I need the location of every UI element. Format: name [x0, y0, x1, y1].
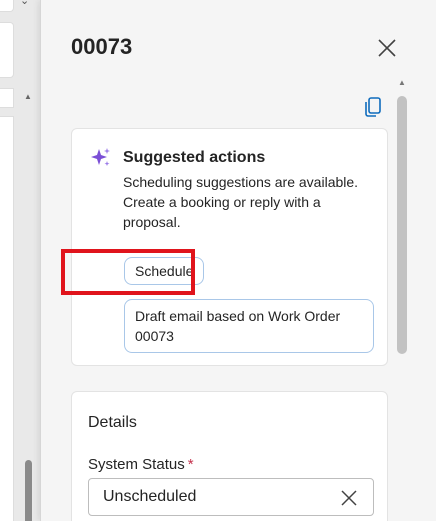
clear-icon: [341, 490, 357, 506]
scroll-up-arrow-icon[interactable]: ▲: [24, 92, 32, 101]
suggested-actions-title: Suggested actions: [123, 149, 266, 166]
suggested-actions-description: Scheduling suggestions are available. Cr…: [123, 174, 359, 230]
panel-title: 00073: [71, 34, 133, 59]
copy-button[interactable]: [363, 96, 383, 118]
required-indicator: *: [187, 456, 194, 473]
schedule-button[interactable]: Schedule: [124, 257, 205, 285]
sparkle-icon: [91, 148, 110, 166]
scrollbar-thumb[interactable]: [397, 96, 407, 354]
record-side-panel: 00073 ▲ Suggested actions Scheduling sug…: [40, 0, 436, 521]
system-status-label: System Status *: [88, 456, 194, 473]
background-card: [0, 22, 14, 78]
chevron-down-icon: ⌄: [20, 0, 30, 7]
close-icon: [378, 39, 396, 57]
details-section-title: Details: [88, 414, 137, 431]
clear-selection-button[interactable]: [339, 488, 359, 508]
app-screen: ⌄ ▲ 00073 ▲ Suggested actions Scheduling…: [0, 0, 436, 521]
scroll-up-arrow-icon[interactable]: ▲: [398, 78, 406, 87]
system-status-select[interactable]: Unscheduled: [88, 478, 374, 516]
suggested-actions-card: Suggested actions Scheduling suggestions…: [71, 128, 388, 366]
close-button[interactable]: [375, 36, 399, 60]
panel-scrollbar[interactable]: ▲: [393, 78, 411, 521]
details-card: Details System Status * Unscheduled: [71, 391, 388, 521]
system-status-value: Unscheduled: [103, 488, 197, 505]
background-card: [0, 0, 14, 12]
system-status-label-text: System Status: [88, 456, 185, 473]
draft-email-button[interactable]: Draft email based on Work Order 00073: [124, 299, 374, 353]
background-card: [0, 116, 14, 521]
background-scrollbar-thumb[interactable]: [25, 460, 32, 521]
copy-icon: [365, 97, 381, 117]
background-card: [0, 88, 14, 108]
